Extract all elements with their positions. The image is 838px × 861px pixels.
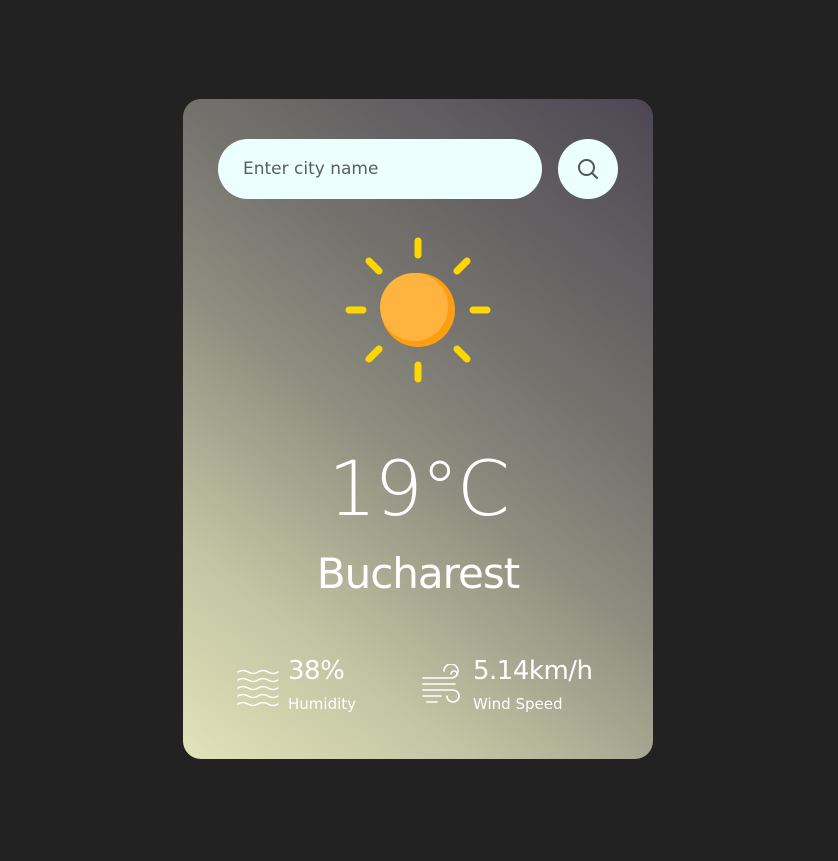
city-search-input[interactable]	[218, 139, 542, 199]
wind-value: 5.14km/h	[473, 656, 593, 686]
search-icon	[578, 159, 598, 179]
city-name: Bucharest	[316, 549, 520, 598]
weather-card: 19°C Bucharest 38% Humidity	[183, 99, 653, 759]
humidity-waves-icon	[237, 669, 279, 707]
search-button[interactable]	[558, 139, 618, 199]
wind-label: Wind Speed	[473, 695, 563, 713]
sun-icon	[345, 237, 491, 383]
wind-icon	[422, 664, 460, 703]
search-bar	[218, 139, 618, 199]
humidity-value: 38%	[288, 656, 345, 686]
temperature: 19°C	[328, 444, 510, 533]
humidity-label: Humidity	[288, 695, 357, 713]
